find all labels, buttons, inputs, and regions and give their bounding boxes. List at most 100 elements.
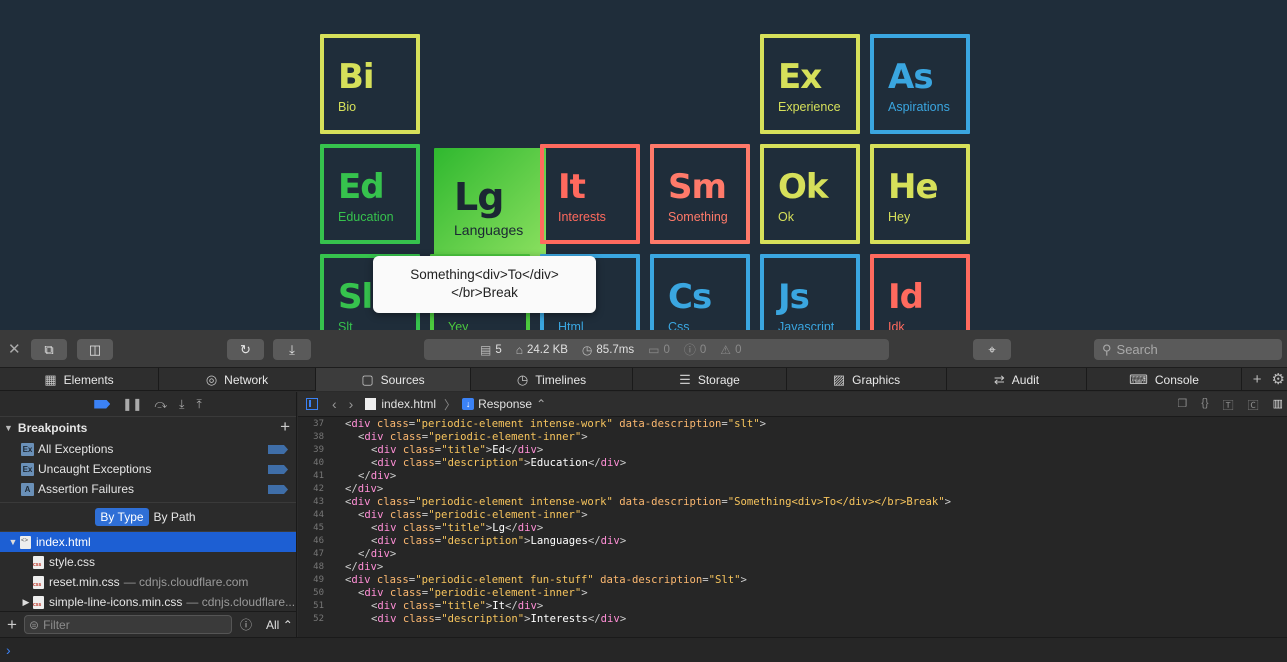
step-out-icon[interactable]: ⤒: [196, 397, 201, 412]
breakpoint-item[interactable]: Ex Uncaught Exceptions: [0, 459, 296, 479]
breakpoint-flag-icon[interactable]: [268, 445, 288, 454]
response-mode-select[interactable]: ↓ Response ⌃: [462, 397, 546, 411]
group-by-path-button[interactable]: By Path: [149, 508, 201, 526]
forward-chevron-icon[interactable]: ›: [349, 396, 354, 412]
resource-item[interactable]: style.css: [0, 552, 296, 572]
line-number[interactable]: 43: [298, 496, 324, 509]
code-token: >: [536, 600, 544, 612]
dock-side-button[interactable]: ◫: [77, 339, 113, 360]
tab-console[interactable]: ⌨ Console: [1087, 368, 1242, 391]
add-breakpoint-icon[interactable]: +: [280, 417, 290, 437]
breakpoints-header[interactable]: ▼ Breakpoints +: [0, 417, 296, 439]
tab-storage[interactable]: ☰ Storage: [633, 368, 787, 391]
add-resource-icon[interactable]: +: [0, 615, 24, 635]
copy-icon[interactable]: ❐: [1177, 397, 1187, 413]
line-number[interactable]: 44: [298, 509, 324, 522]
code-editor[interactable]: 37 <div class="periodic-element intense-w…: [298, 418, 1287, 637]
disclosure-icon[interactable]: ▼: [6, 537, 20, 547]
add-tab-icon[interactable]: +: [1253, 371, 1262, 388]
undock-button[interactable]: ⧉: [31, 339, 67, 360]
load-time[interactable]: ◷ 85.7ms: [582, 343, 634, 357]
reload-button[interactable]: ↻: [227, 339, 264, 360]
coverage-icon[interactable]: 🄲: [1248, 397, 1259, 413]
breakpoint-flag-icon[interactable]: [268, 485, 288, 494]
element-tile[interactable]: Js Javascript: [760, 254, 860, 330]
console-prompt[interactable]: ›: [0, 637, 1287, 662]
back-chevron-icon[interactable]: ‹: [332, 396, 337, 412]
inspect-element-button[interactable]: ⌖: [973, 339, 1011, 360]
element-tile[interactable]: Ex Experience: [760, 34, 860, 134]
code-token: >: [581, 509, 588, 521]
log-count[interactable]: ▭ 0: [648, 343, 670, 357]
elements-tab-icon: ▦: [44, 371, 57, 387]
resource-item[interactable]: reset.min.css— cdnjs.cloudflare.com: [0, 572, 296, 592]
line-number[interactable]: 50: [298, 587, 324, 600]
line-number[interactable]: 42: [298, 483, 324, 496]
element-tile[interactable]: Cs Css: [650, 254, 750, 330]
element-tile[interactable]: He Hey: [870, 144, 970, 244]
element-tile[interactable]: Bi Bio: [320, 34, 420, 134]
element-tile[interactable]: Lg Languages: [434, 148, 546, 260]
pause-icon[interactable]: ❚❚: [122, 397, 142, 411]
line-number[interactable]: 40: [298, 457, 324, 470]
details-sidebar-icon[interactable]: ▥: [1273, 397, 1283, 413]
step-into-icon[interactable]: ⤓: [179, 397, 184, 412]
tab-network[interactable]: ◎ Network: [159, 368, 316, 391]
line-number[interactable]: 45: [298, 522, 324, 535]
element-description: Something: [668, 210, 728, 224]
resource-scope-select[interactable]: All ⌃: [266, 618, 293, 632]
navigator-filter-bar: + ⊜ Filter ⓘ All ⌃: [0, 611, 297, 637]
element-tile[interactable]: It Interests: [540, 144, 640, 244]
element-tile[interactable]: Ed Education: [320, 144, 420, 244]
line-number[interactable]: 52: [298, 613, 324, 626]
download-button[interactable]: ⤓: [273, 339, 311, 360]
code-token: "description": [441, 457, 525, 469]
error-count[interactable]: ⓘ 0: [684, 341, 706, 358]
element-tile[interactable]: Ok Ok: [760, 144, 860, 244]
resource-size[interactable]: ⌂ 24.2 KB: [516, 343, 568, 357]
tab-audit[interactable]: ⇄ Audit: [947, 368, 1087, 391]
breakpoint-label: All Exceptions: [38, 442, 114, 456]
line-number[interactable]: 47: [298, 548, 324, 561]
line-number[interactable]: 49: [298, 574, 324, 587]
element-description: Interests: [558, 210, 606, 224]
line-number[interactable]: 41: [298, 470, 324, 483]
line-number[interactable]: 39: [298, 444, 324, 457]
settings-gear-icon[interactable]: ⚙: [1272, 370, 1285, 388]
line-number[interactable]: 46: [298, 535, 324, 548]
filter-input[interactable]: ⊜ Filter: [24, 615, 232, 634]
line-number[interactable]: 38: [298, 431, 324, 444]
info-icon[interactable]: ⓘ: [240, 616, 252, 633]
resource-item[interactable]: ▶ simple-line-icons.min.css— cdnjs.cloudf…: [0, 592, 296, 612]
code-token: >: [619, 613, 627, 625]
sources-tab-icon: ▢: [361, 371, 374, 387]
element-tile[interactable]: As Aspirations: [870, 34, 970, 134]
breakpoint-item[interactable]: A Assertion Failures: [0, 479, 296, 499]
line-number[interactable]: 48: [298, 561, 324, 574]
tab-timelines[interactable]: ◷ Timelines: [471, 368, 633, 391]
element-tile[interactable]: Id Idk: [870, 254, 970, 330]
tab-graphics[interactable]: ▨ Graphics: [787, 368, 947, 391]
breakpoints-toggle-icon[interactable]: [94, 399, 111, 409]
breakpoint-item[interactable]: Ex All Exceptions: [0, 439, 296, 459]
line-number[interactable]: 51: [298, 600, 324, 613]
resource-item[interactable]: ▼ index.html: [0, 532, 296, 552]
type-icon[interactable]: 🅃: [1223, 397, 1234, 413]
warning-count[interactable]: ⚠ 0: [720, 343, 741, 357]
tab-sources[interactable]: ▢ Sources: [316, 368, 471, 391]
breakpoint-flag-icon[interactable]: [268, 465, 288, 474]
resource-count[interactable]: ▤ 5: [480, 343, 502, 357]
step-over-icon[interactable]: ⤼: [154, 397, 167, 412]
group-by-type-button[interactable]: By Type: [95, 508, 149, 526]
tab-elements[interactable]: ▦ Elements: [0, 368, 159, 391]
disclosure-icon[interactable]: ▶: [19, 597, 33, 608]
code-token: >: [581, 587, 588, 599]
line-number[interactable]: 37: [298, 418, 324, 431]
close-inspector-icon[interactable]: ✕: [8, 340, 21, 358]
code-token: Education: [530, 457, 588, 469]
pretty-print-icon[interactable]: {}: [1201, 397, 1208, 413]
navigator-toggle-icon[interactable]: [306, 398, 318, 410]
breadcrumb-file[interactable]: index.html: [365, 397, 436, 411]
element-tile[interactable]: Sm Something: [650, 144, 750, 244]
search-input[interactable]: ⚲ Search: [1094, 339, 1282, 360]
